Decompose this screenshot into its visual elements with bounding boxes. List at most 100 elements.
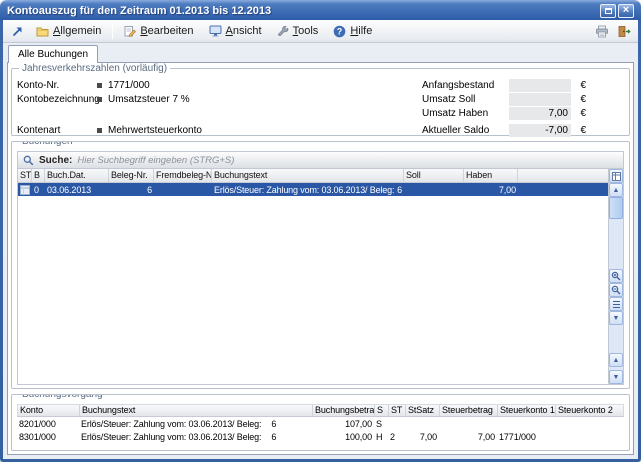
zoom-out-icon	[611, 285, 621, 295]
printer-icon	[595, 25, 609, 38]
cell-b: 0	[32, 185, 45, 195]
transaction-row[interactable]: 8201/000 Erlös/Steuer: Zahlung vom: 03.0…	[17, 417, 624, 430]
transaction-group: Buchungsvorgang Konto Buchungstext Buchu…	[11, 394, 630, 451]
column-header-s[interactable]: S	[375, 405, 389, 416]
menu-bearbeiten[interactable]: Bearbeiten	[117, 22, 200, 41]
titlebar[interactable]: Kontoauszug für den Zeitraum 01.2013 bis…	[3, 1, 638, 20]
search-input[interactable]	[77, 155, 618, 166]
column-header-st[interactable]: ST	[389, 405, 406, 416]
column-header-soll[interactable]: Soll	[404, 169, 464, 182]
column-chooser-button[interactable]	[609, 169, 623, 183]
summary-group: Jahresverkehrszahlen (vorläufig) Konto-N…	[11, 68, 630, 136]
field-label: Anfangsbestand	[422, 80, 507, 91]
currency-unit: €	[576, 125, 586, 136]
print-button[interactable]	[591, 22, 612, 41]
column-header-buchungstext[interactable]: Buchungstext	[80, 405, 313, 416]
column-header-steuerkonto1[interactable]: Steuerkonto 1	[498, 405, 556, 416]
cell-stsatz: 7,00	[405, 432, 439, 442]
cell-buchdat: 03.06.2013	[45, 185, 109, 195]
transaction-grid-header: Konto Buchungstext Buchungsbetrag S ST S…	[17, 404, 624, 417]
app-window: Kontoauszug für den Zeitraum 01.2013 bis…	[0, 0, 641, 462]
column-header-belegnr[interactable]: Beleg-Nr.	[109, 169, 154, 182]
scroll-up-button[interactable]: ▲	[609, 183, 623, 197]
menu-tools[interactable]: Tools	[270, 22, 326, 41]
cell-buchungsbetrag: 107,00	[312, 419, 374, 429]
readonly-field	[509, 93, 571, 106]
pencil-icon	[124, 25, 136, 37]
field-label: Konto-Nr.	[17, 80, 97, 91]
tab-alle-buchungen[interactable]: Alle Buchungen	[8, 45, 98, 63]
column-header-b[interactable]: B	[32, 169, 45, 182]
column-header-steuerkonto2[interactable]: Steuerkonto 2	[556, 405, 623, 416]
cell-belegnr: 6	[109, 185, 154, 195]
menu-label: Hilfe	[350, 25, 372, 37]
currency-unit: €	[576, 94, 586, 105]
booking-row-selected[interactable]: 0 03.06.2013 6 Erlös/Steuer: Zahlung vom…	[18, 183, 608, 196]
column-header-filler	[518, 169, 608, 182]
column-header-stsatz[interactable]: StSatz	[406, 405, 440, 416]
field-value: Umsatzsteuer 7 %	[108, 94, 190, 105]
maximize-icon	[605, 8, 612, 14]
search-bar: Suche:	[17, 151, 624, 168]
list-view-button[interactable]	[609, 297, 623, 311]
menu-ansicht[interactable]: Ansicht	[202, 22, 269, 41]
cell-konto: 8301/000	[17, 432, 79, 442]
bookings-grid: ST B Buch.Dat. Beleg-Nr. Fremdbeleg-Nr. …	[17, 168, 624, 385]
zoom-out-button[interactable]	[609, 283, 623, 297]
exit-button[interactable]	[613, 22, 634, 41]
svg-text:?: ?	[337, 26, 343, 36]
column-header-buchdat[interactable]: Buch.Dat.	[45, 169, 109, 182]
column-header-buchungsbetrag[interactable]: Buchungsbetrag	[313, 405, 375, 416]
maximize-button[interactable]	[600, 4, 616, 18]
cell-konto: 8201/000	[17, 419, 79, 429]
grid-scrollbar: ▲ ▼ ▲	[608, 169, 623, 384]
close-button[interactable]: ×	[618, 4, 634, 18]
scrollbar-thumb[interactable]	[609, 197, 623, 219]
menu-hilfe[interactable]: ? Hilfe	[326, 22, 379, 41]
column-header-haben[interactable]: Haben	[464, 169, 518, 182]
field-value: 1771/000	[108, 80, 150, 91]
field-indicator	[97, 97, 102, 102]
scroll-down-button[interactable]: ▼	[609, 311, 623, 325]
field-aktueller-saldo: Aktueller Saldo -7,00 €	[422, 123, 586, 137]
record-down-button[interactable]: ▼	[609, 370, 623, 384]
scrollbar-track[interactable]	[609, 325, 623, 353]
toolbar: Allgemein Bearbeiten Ansicht Tools ? Hil…	[3, 20, 638, 43]
cell-buchungstext: Erlös/Steuer: Zahlung vom: 03.06.2013/ B…	[79, 419, 312, 429]
buchungstext-text: Erlös/Steuer: Zahlung vom: 03.06.2013/ B…	[81, 419, 261, 429]
column-header-konto[interactable]: Konto	[18, 405, 80, 416]
down-arrow-icon: ▼	[613, 315, 620, 322]
booking-row-icon	[20, 185, 30, 195]
toolbar-separator	[112, 24, 113, 39]
field-value: 7,00	[549, 108, 568, 119]
field-label: Umsatz Soll	[422, 94, 507, 105]
search-icon	[23, 155, 34, 166]
field-indicator	[97, 83, 102, 88]
column-header-st[interactable]: ST	[18, 169, 32, 182]
menu-allgemein[interactable]: Allgemein	[29, 22, 108, 41]
zoom-in-button[interactable]	[609, 269, 623, 283]
zoom-in-icon	[611, 271, 621, 281]
navigate-icon	[11, 25, 24, 38]
navigate-button[interactable]	[7, 22, 28, 41]
field-konto-nr: Konto-Nr. 1771/000	[17, 78, 422, 92]
scrollbar-track[interactable]	[609, 219, 623, 269]
field-umsatz-haben: Umsatz Haben 7,00 €	[422, 106, 586, 120]
record-up-button[interactable]: ▲	[609, 353, 623, 367]
field-label: Kontobezeichnung	[17, 94, 97, 105]
window-body: Allgemein Bearbeiten Ansicht Tools ? Hil…	[3, 20, 638, 459]
bookings-group: Buchungen Suche: ST B Buch.Dat. Beleg-Nr…	[11, 141, 630, 389]
summary-right-column: Anfangsbestand € Umsatz Soll € Umsatz Ha…	[422, 78, 624, 132]
column-header-fremdbelegnr[interactable]: Fremdbeleg-Nr.	[154, 169, 212, 182]
column-header-buchungstext[interactable]: Buchungstext	[212, 169, 404, 182]
column-header-steuerbetrag[interactable]: Steuerbetrag	[440, 405, 498, 416]
transaction-row[interactable]: 8301/000 Erlös/Steuer: Zahlung vom: 03.0…	[17, 430, 624, 443]
summary-left-column: Konto-Nr. 1771/000 Kontobezeichnung Umsa…	[17, 78, 422, 132]
menu-label: Ansicht	[226, 25, 262, 37]
buchungstext-ref: 6	[397, 185, 402, 195]
summary-group-title: Jahresverkehrszahlen (vorläufig)	[19, 63, 170, 74]
field-label: Kontenart	[17, 125, 97, 136]
transaction-group-title: Buchungsvorgang	[19, 394, 106, 400]
field-label: Umsatz Haben	[422, 108, 507, 119]
up-arrow-icon: ▲	[613, 357, 620, 364]
